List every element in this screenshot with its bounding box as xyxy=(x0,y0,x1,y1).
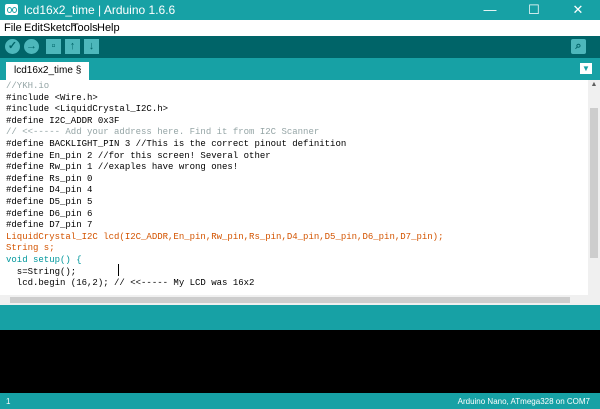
menu-bar: File Edit Sketch Tools Help xyxy=(0,20,600,36)
code-line: #define Rs_pin 0 xyxy=(6,173,93,184)
status-bar xyxy=(0,305,600,330)
maximize-button[interactable]: ☐ xyxy=(512,0,556,20)
scroll-up-icon[interactable]: ▲ xyxy=(588,80,600,90)
tab-lcd16x2-time[interactable]: lcd16x2_time § xyxy=(6,62,90,80)
vertical-scroll-thumb[interactable] xyxy=(590,108,598,258)
horizontal-scroll-thumb[interactable] xyxy=(10,297,570,303)
menu-tools[interactable]: Tools xyxy=(72,22,98,34)
code-line: #define Rw_pin 1 //exaples have wrong on… xyxy=(6,162,239,173)
code-line: //YKH.io xyxy=(6,81,50,91)
code-line: #define D4_pin 4 xyxy=(6,185,93,196)
bottom-status-bar: 1 Arduino Nano, ATmega328 on COM7 xyxy=(0,393,600,409)
code-line: #define D7_pin 7 xyxy=(6,220,93,231)
window-title: lcd16x2_time | Arduino 1.6.6 xyxy=(24,3,176,17)
console-output[interactable] xyxy=(0,330,600,393)
code-line: #define En_pin 2 //for this screen! Seve… xyxy=(6,150,271,161)
code-line: #define D5_pin 5 xyxy=(6,196,93,207)
code-line: #define BACKLIGHT_PIN 3 //This is the co… xyxy=(6,138,347,149)
code-line: #include <LiquidCrystal_I2C.h> xyxy=(6,104,169,115)
title-bar: lcd16x2_time | Arduino 1.6.6 — ☐ ✕ xyxy=(0,0,600,20)
tab-menu-chevron-down-icon[interactable]: ▼ xyxy=(580,63,592,74)
code-line: lcd.begin (16,2); // <<----- My LCD was … xyxy=(6,278,255,289)
board-port-label: Arduino Nano, ATmega328 on COM7 xyxy=(457,397,590,406)
horizontal-scrollbar[interactable] xyxy=(0,295,588,305)
save-button[interactable]: ↓ xyxy=(84,39,99,54)
scrollbar-corner xyxy=(588,295,600,305)
tab-bar: lcd16x2_time § ▼ xyxy=(0,58,600,80)
menu-edit[interactable]: Edit xyxy=(24,22,43,34)
new-button[interactable]: ▫ xyxy=(46,39,61,54)
line-number: 1 xyxy=(6,397,11,406)
toolbar: ✓ → ▫ ↑ ↓ ⌕ xyxy=(0,36,600,58)
code-line: #define D6_pin 6 xyxy=(6,208,93,219)
vertical-scrollbar[interactable]: ▲ xyxy=(588,80,600,295)
menu-help[interactable]: Help xyxy=(97,22,120,34)
verify-button[interactable]: ✓ xyxy=(5,39,20,54)
code-line: void setup() { xyxy=(6,254,82,265)
open-button[interactable]: ↑ xyxy=(65,39,80,54)
upload-button[interactable]: → xyxy=(24,39,39,54)
menu-file[interactable]: File xyxy=(4,22,22,34)
text-cursor xyxy=(118,264,119,276)
code-line: LiquidCrystal_I2C lcd(I2C_ADDR,En_pin,Rw… xyxy=(6,231,444,242)
arduino-logo-icon xyxy=(5,4,18,15)
minimize-button[interactable]: — xyxy=(468,0,512,20)
code-line: #include <Wire.h> xyxy=(6,92,98,103)
close-button[interactable]: ✕ xyxy=(556,0,600,20)
code-line: s=String(); xyxy=(6,266,77,277)
code-line: // <<----- Add your address here. Find i… xyxy=(6,127,320,138)
serial-monitor-button[interactable]: ⌕ xyxy=(571,39,586,54)
code-line: #define I2C_ADDR 0x3F xyxy=(6,115,120,126)
code-line: String s; xyxy=(6,243,55,254)
code-editor[interactable]: //YKH.io #include <Wire.h> #include <Liq… xyxy=(0,80,588,295)
code-text: //YKH.io #include <Wire.h> #include <Liq… xyxy=(6,81,443,290)
